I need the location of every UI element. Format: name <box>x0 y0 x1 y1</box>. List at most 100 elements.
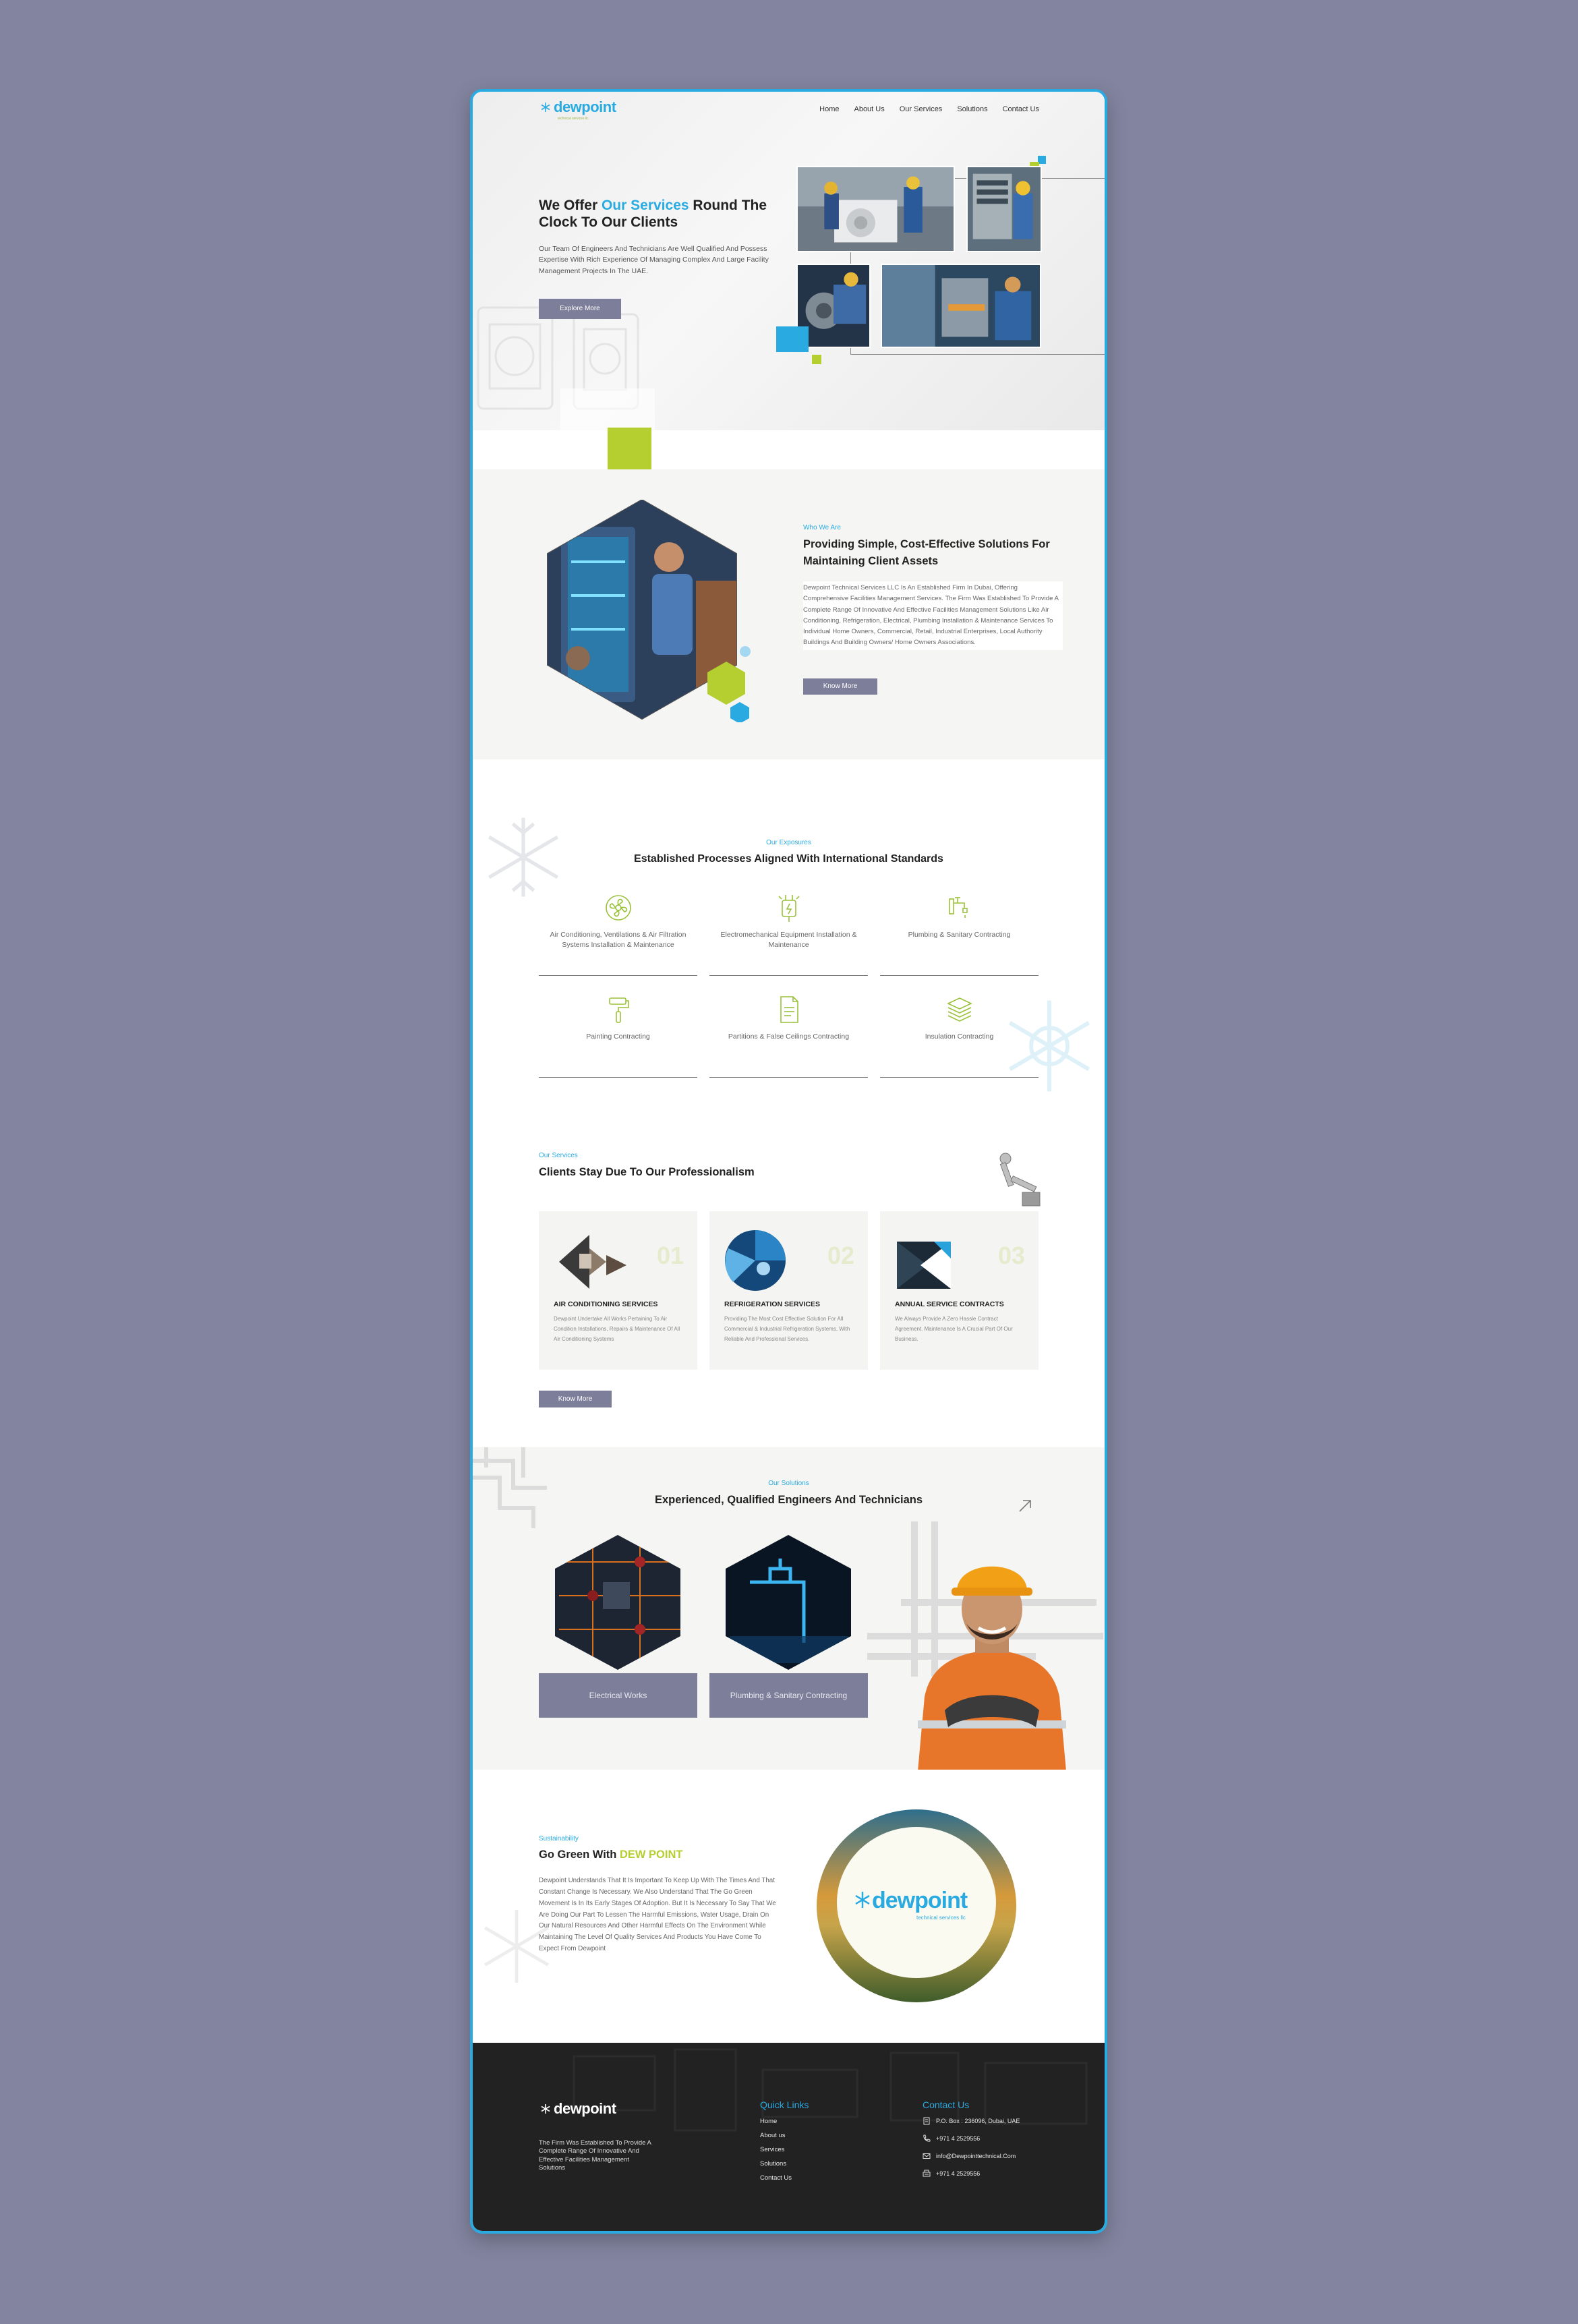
service-description: Providing The Most Cost Effective Soluti… <box>724 1316 850 1343</box>
robot-arm-decor-icon <box>999 1153 1041 1207</box>
services-title: Clients Stay Due To Our Professionalism <box>539 1166 755 1178</box>
layers-icon <box>946 997 972 1022</box>
service-number: 03 <box>997 1242 1025 1269</box>
who-know-more-button[interactable]: Know More <box>803 678 877 695</box>
exposure-item[interactable]: Partitions & False Ceilings Contracting <box>709 993 868 1078</box>
who-hexagon-image <box>531 498 753 724</box>
solutions-tag: Our Solutions <box>768 1480 809 1487</box>
contact-us-heading: Contact Us <box>923 2099 970 2110</box>
exposure-item[interactable]: Painting Contracting <box>539 993 697 1078</box>
service-card[interactable]: 02 REFRIGERATION SERVICES Providing The … <box>709 1211 868 1370</box>
footer-link-solutions[interactable]: Solutions <box>760 2160 786 2168</box>
services-tag: Our Services <box>539 1152 578 1159</box>
electrical-works-image[interactable] <box>539 1535 697 1670</box>
exposures-tag: Our Exposures <box>766 839 811 846</box>
footer-link-services[interactable]: Services <box>760 2146 784 2153</box>
refrigeration-service-image <box>725 1230 786 1291</box>
engineer-worker-image <box>918 1566 1066 1771</box>
service-number: 02 <box>827 1242 854 1269</box>
service-card[interactable]: 03 ANNUAL SERVICE CONTRACTS We Always Pr… <box>880 1211 1039 1370</box>
technician-workshop-photo <box>881 264 1041 348</box>
quick-links-heading: Quick Links <box>760 2099 809 2110</box>
fax-icon <box>923 2170 931 2177</box>
exposure-item[interactable]: Air Conditioning, Ventilations & Air Fil… <box>539 891 697 976</box>
nav-about-us[interactable]: About Us <box>854 105 884 113</box>
snowflake-logo-icon <box>541 103 550 112</box>
solution-label[interactable]: Plumbing & Sanitary Contracting <box>709 1673 868 1718</box>
website-page: dewpoint technical services llc Home Abo… <box>470 89 1107 2234</box>
contact-email[interactable]: info@Dewpointtechnical.Com <box>923 2152 1016 2160</box>
phone-icon <box>923 2134 931 2142</box>
hero-title-pre: We Offer <box>539 198 602 213</box>
service-description: We Always Provide A Zero Hassle Contract… <box>895 1316 1013 1343</box>
plumbing-image[interactable] <box>709 1535 868 1670</box>
footer-logo[interactable]: dewpoint <box>540 2100 616 2118</box>
ac-fan-icon <box>605 895 631 921</box>
hero-title-highlight: Our Services <box>601 198 689 213</box>
exposure-label: Air Conditioning, Ventilations & Air Fil… <box>550 931 686 949</box>
contract-service-image <box>897 1242 951 1289</box>
main-nav: Home About Us Our Services Solutions Con… <box>819 105 1039 113</box>
hero-bottom-strip <box>473 430 1105 471</box>
footer-link-home[interactable]: Home <box>760 2118 777 2125</box>
footer-logo-text: dewpoint <box>554 2100 616 2117</box>
solutions-title: Experienced, Qualified Engineers And Tec… <box>654 1494 923 1506</box>
pipes-decor-icon <box>473 1447 547 1528</box>
paint-roller-icon <box>608 997 629 1023</box>
service-title: AIR CONDITIONING SERVICES <box>554 1300 658 1308</box>
contact-fax: +971 4 2529556 <box>923 2170 980 2178</box>
go-green-logo-circle: dewpoint technical services llc <box>815 1808 1018 2004</box>
nav-contact-us[interactable]: Contact Us <box>1003 105 1039 113</box>
exposures-title: Established Processes Aligned With Inter… <box>634 853 943 865</box>
footer-link-contact[interactable]: Contact Us <box>760 2174 792 2182</box>
contact-address: P.O. Box : 236096, Dubai, UAE <box>923 2117 1020 2125</box>
who-we-are-tag: Who We Are <box>803 524 841 531</box>
logo-subtitle: technical services llc <box>558 117 589 121</box>
footer-description: The Firm Was Established To Provide A Co… <box>539 2139 651 2172</box>
footer <box>473 2043 1105 2231</box>
decor-square-blue-large <box>776 326 809 352</box>
nav-solutions[interactable]: Solutions <box>957 105 987 113</box>
exposure-item[interactable]: Insulation Contracting <box>880 993 1039 1078</box>
hero-section: dewpoint technical services llc Home Abo… <box>473 92 1105 430</box>
document-icon <box>780 996 798 1023</box>
snowflake-footer-logo-icon <box>541 2104 550 2114</box>
electrical-panel-photo <box>966 166 1042 252</box>
footer-background-pattern <box>573 2048 1088 2132</box>
exposure-label: Insulation Contracting <box>925 1033 994 1041</box>
hero-description: Our Team Of Engineers And Technicians Ar… <box>539 245 769 275</box>
solution-label[interactable]: Electrical Works <box>539 1673 697 1718</box>
sustainability-title: Go Green With DEW POINT <box>539 1849 682 1861</box>
hero-title: We Offer Our Services Round The Clock To… <box>539 197 795 231</box>
contact-phone[interactable]: +971 4 2529556 <box>923 2134 980 2143</box>
mail-icon <box>923 2153 931 2159</box>
header-logo[interactable]: dewpoint technical services llc <box>540 98 616 121</box>
exposure-label: Plumbing & Sanitary Contracting <box>908 931 1011 939</box>
logo-text: dewpoint <box>554 98 616 115</box>
services-know-more-button[interactable]: Know More <box>539 1391 612 1407</box>
exposure-label: Electromechanical Equipment Installation… <box>720 931 857 949</box>
contact-email-text: info@Dewpointtechnical.Com <box>936 2153 1016 2159</box>
who-we-are-title: Providing Simple, Cost-Effective Solutio… <box>803 538 1050 567</box>
exposure-label: Painting Contracting <box>586 1033 650 1041</box>
nav-home[interactable]: Home <box>819 105 839 113</box>
sustainability-title-pre: Go Green With <box>539 1849 620 1861</box>
faucet-icon <box>948 897 968 918</box>
ac-technicians-photo <box>796 166 955 252</box>
service-title: ANNUAL SERVICE CONTRACTS <box>895 1300 1004 1308</box>
sustainability-description: Dewpoint Understands That It Is Importan… <box>539 1877 776 1953</box>
explore-more-button[interactable]: Explore More <box>539 299 621 319</box>
contact-address-text: P.O. Box : 236096, Dubai, UAE <box>936 2118 1020 2124</box>
service-card[interactable]: 01 AIR CONDITIONING SERVICES Dewpoint Un… <box>539 1211 697 1370</box>
exposure-label: Partitions & False Ceilings Contracting <box>728 1033 850 1041</box>
contact-fax-text: +971 4 2529556 <box>936 2170 981 2177</box>
nav-our-services[interactable]: Our Services <box>900 105 943 113</box>
contact-phone-text: +971 4 2529556 <box>936 2135 981 2142</box>
who-we-are-description: Dewpoint Technical Services LLC Is An Es… <box>803 581 1063 650</box>
exposure-item[interactable]: Electromechanical Equipment Installation… <box>709 891 868 976</box>
decor-square-green-small <box>812 355 821 364</box>
footer-link-about[interactable]: About us <box>760 2132 786 2139</box>
exposure-item[interactable]: Plumbing & Sanitary Contracting <box>880 891 1039 976</box>
building-icon <box>923 2117 930 2125</box>
ac-service-image <box>559 1235 626 1289</box>
